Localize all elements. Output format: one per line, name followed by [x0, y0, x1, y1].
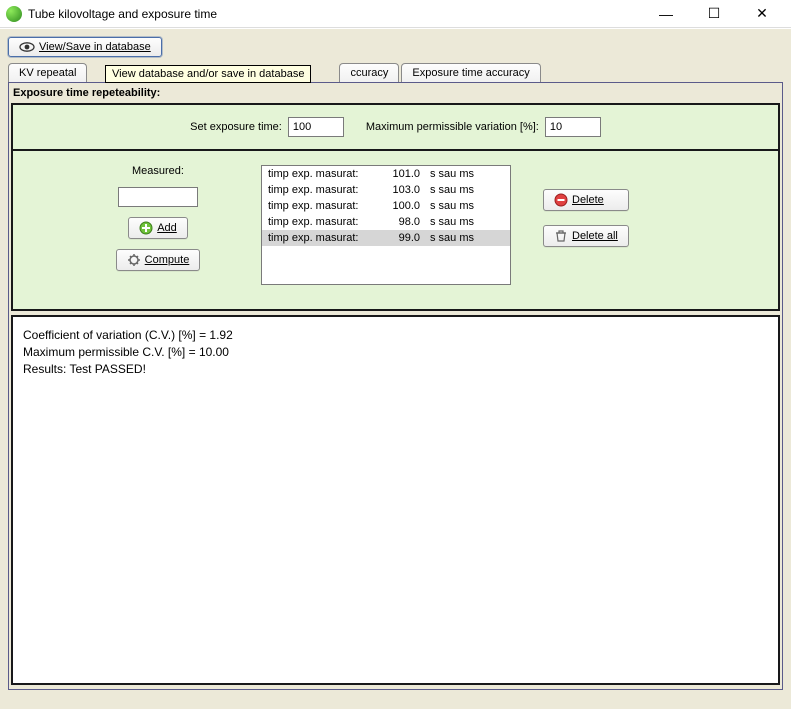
- app-icon: [6, 6, 22, 22]
- gear-icon: [127, 253, 141, 267]
- title-bar: Tube kilovoltage and exposure time — ☐ ✕: [0, 0, 791, 28]
- measure-area: Measured: Add Compute timp exp. masurat:…: [11, 151, 780, 311]
- delete-all-label: Delete all: [572, 230, 618, 242]
- delete-icon: [554, 193, 568, 207]
- tooltip: View database and/or save in database: [105, 65, 311, 83]
- list-item-unit: s sau ms: [430, 184, 474, 196]
- eye-icon: [19, 42, 35, 52]
- set-exposure-label: Set exposure time:: [190, 121, 282, 133]
- max-variation-input[interactable]: [545, 117, 601, 137]
- list-item[interactable]: timp exp. masurat: 100.0 s sau ms: [262, 198, 510, 214]
- compute-button[interactable]: Compute: [116, 249, 201, 271]
- list-item-value: 100.0: [384, 200, 420, 212]
- list-item[interactable]: timp exp. masurat: 103.0 s sau ms: [262, 182, 510, 198]
- tab-accuracy[interactable]: ccuracy: [339, 63, 399, 82]
- list-item-label: timp exp. masurat:: [268, 168, 374, 180]
- list-item[interactable]: timp exp. masurat: 98.0 s sau ms: [262, 214, 510, 230]
- list-item-unit: s sau ms: [430, 168, 474, 180]
- list-item-label: timp exp. masurat:: [268, 232, 374, 244]
- list-item[interactable]: timp exp. masurat: 101.0 s sau ms: [262, 166, 510, 182]
- panel-title: Exposure time repeteability:: [11, 85, 780, 103]
- list-item-value: 98.0: [384, 216, 420, 228]
- plus-icon: [139, 221, 153, 235]
- results-line-max: Maximum permissible C.V. [%] = 10.00: [23, 344, 768, 361]
- params-row: Set exposure time: Maximum permissible v…: [11, 103, 780, 151]
- add-label: Add: [157, 222, 177, 234]
- delete-label: Delete: [572, 194, 604, 206]
- window-title: Tube kilovoltage and exposure time: [28, 7, 651, 21]
- list-item-unit: s sau ms: [430, 232, 474, 244]
- tab-kv-repeatability[interactable]: KV repeatal: [8, 63, 87, 82]
- close-button[interactable]: ✕: [747, 4, 777, 24]
- list-item-unit: s sau ms: [430, 200, 474, 212]
- tab-bar: KV repeatal View database and/or save in…: [8, 63, 783, 82]
- maximize-button[interactable]: ☐: [699, 4, 729, 24]
- list-item-label: timp exp. masurat:: [268, 200, 374, 212]
- list-item[interactable]: timp exp. masurat: 99.0 s sau ms: [262, 230, 510, 246]
- trash-icon: [554, 229, 568, 243]
- measured-input[interactable]: [118, 187, 198, 207]
- add-button[interactable]: Add: [128, 217, 188, 239]
- delete-button[interactable]: Delete: [543, 189, 629, 211]
- delete-all-button[interactable]: Delete all: [543, 225, 629, 247]
- view-save-button[interactable]: View/Save in database: [8, 37, 162, 57]
- view-save-label: View/Save in database: [39, 41, 151, 53]
- list-item-value: 101.0: [384, 168, 420, 180]
- max-variation-label: Maximum permissible variation [%]:: [366, 121, 539, 133]
- results-line-verdict: Results: Test PASSED!: [23, 361, 768, 378]
- minimize-button[interactable]: —: [651, 4, 681, 24]
- list-item-value: 99.0: [384, 232, 420, 244]
- compute-label: Compute: [145, 254, 190, 266]
- main-panel: Exposure time repeteability: Set exposur…: [8, 82, 783, 690]
- results-line-cv: Coefficient of variation (C.V.) [%] = 1.…: [23, 327, 768, 344]
- list-item-label: timp exp. masurat:: [268, 184, 374, 196]
- set-exposure-input[interactable]: [288, 117, 344, 137]
- list-item-label: timp exp. masurat:: [268, 216, 374, 228]
- measurements-list[interactable]: timp exp. masurat:101.0s sau mstimp exp.…: [261, 165, 511, 285]
- tab-exposure-time-accuracy[interactable]: Exposure time accuracy: [401, 63, 540, 82]
- list-item-value: 103.0: [384, 184, 420, 196]
- measured-label: Measured:: [132, 165, 184, 177]
- results-box: Coefficient of variation (C.V.) [%] = 1.…: [11, 315, 780, 685]
- list-item-unit: s sau ms: [430, 216, 474, 228]
